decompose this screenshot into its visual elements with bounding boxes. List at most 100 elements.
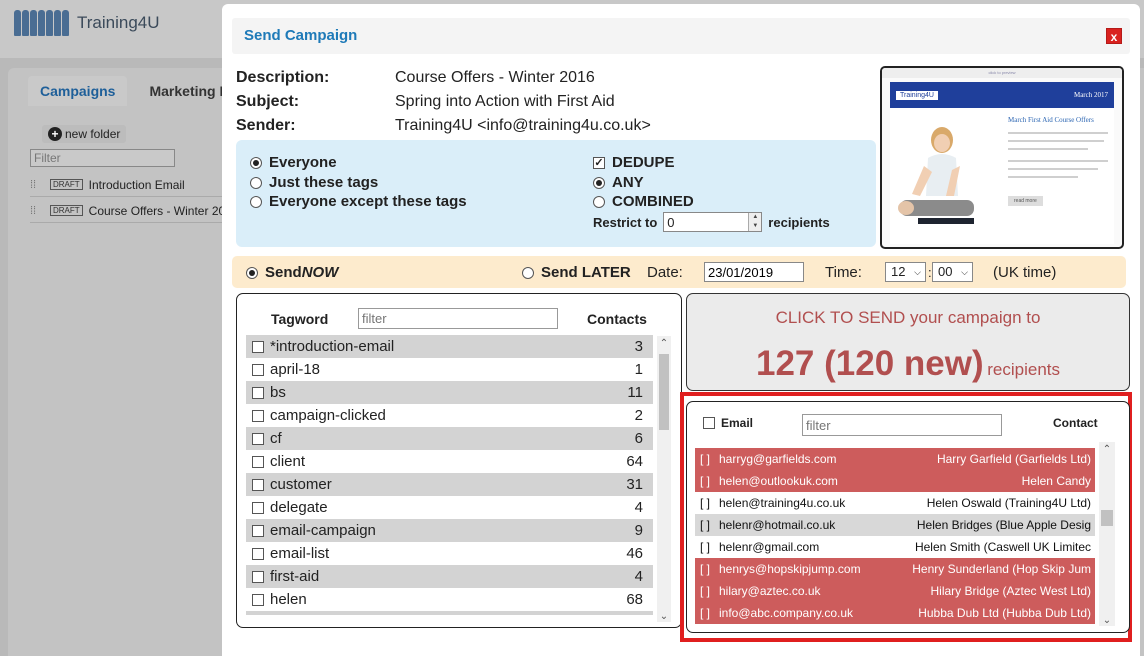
radio-icon[interactable] xyxy=(246,266,258,279)
checkbox-icon[interactable] xyxy=(252,455,264,468)
send-campaign-modal: Send Campaign x Description: Course Offe… xyxy=(222,4,1140,656)
hour-select[interactable]: 12 ⌵ xyxy=(885,262,926,282)
audience-option-except-tags[interactable]: Everyone except these tags xyxy=(250,193,467,210)
tag-filter-input[interactable] xyxy=(358,308,558,329)
tag-row[interactable]: customer 31 xyxy=(246,473,653,496)
send-campaign-button[interactable]: CLICK TO SEND your campaign to 127 (120 … xyxy=(686,293,1130,391)
tag-name: client xyxy=(270,453,306,470)
email-row[interactable]: [ ] helen@outlookuk.com Helen Candy xyxy=(695,470,1095,492)
email-checkbox[interactable]: [ ] xyxy=(700,584,710,598)
email-checkbox[interactable]: [ ] xyxy=(700,562,710,576)
tag-row[interactable]: first-aid 4 xyxy=(246,565,653,588)
tag-row[interactable]: cf 6 xyxy=(246,427,653,450)
email-preview-thumbnail[interactable]: click to preview Training4U March 2017 M… xyxy=(880,66,1124,249)
scroll-down-icon[interactable]: ⌄ xyxy=(1100,615,1114,626)
email-scrollbar[interactable]: ⌃ ⌄ xyxy=(1099,442,1115,626)
email-row[interactable]: [ ] helenr@gmail.com Helen Smith (Caswell … xyxy=(695,536,1095,558)
date-label: Date: xyxy=(647,264,683,281)
tag-row[interactable]: client 64 xyxy=(246,450,653,473)
email-checkbox[interactable]: [ ] xyxy=(700,540,710,554)
checkbox-icon[interactable] xyxy=(252,524,264,537)
preview-read-more-button: read more xyxy=(1008,196,1043,206)
drag-handle-icon[interactable]: ⁞⁞ xyxy=(30,179,44,191)
tag-count: 4 xyxy=(634,499,643,516)
tab-campaigns[interactable]: Campaigns xyxy=(28,76,128,106)
checkbox-icon[interactable] xyxy=(252,340,264,353)
close-icon[interactable]: x xyxy=(1106,28,1122,44)
email-row[interactable]: [ ] harryg@garfields.com Harry Garfield (G… xyxy=(695,448,1095,470)
send-now-option[interactable]: SendNOW xyxy=(246,264,338,281)
tag-row[interactable]: email-campaign 9 xyxy=(246,519,653,542)
dedupe-checkbox[interactable]: ✓ DEDUPE xyxy=(593,154,675,171)
email-row[interactable]: [ ] helenr@hotmail.co.uk Helen Bridges (Bl… xyxy=(695,514,1095,536)
audience-option-label: Everyone xyxy=(269,154,337,171)
audience-option-everyone[interactable]: Everyone xyxy=(250,154,337,171)
campaign-row[interactable]: ⁞⁞ DRAFT Introduction Email xyxy=(30,173,230,197)
tag-row[interactable]: *introduction-email 3 xyxy=(246,335,653,358)
mode-option-any[interactable]: ANY xyxy=(593,174,644,191)
new-folder-button[interactable]: + new folder xyxy=(42,125,127,143)
campaign-row[interactable]: ⁞⁞ DRAFT Course Offers - Winter 20 xyxy=(30,199,230,223)
checkbox-icon[interactable] xyxy=(252,593,264,606)
scroll-thumb[interactable] xyxy=(659,354,669,430)
email-row[interactable]: [ ] info@abc.company.co.uk Hubba Dub Ltd (… xyxy=(695,602,1095,624)
email-panel: Email Contact [ ] harryg@garfields.com Har… xyxy=(686,401,1130,633)
email-checkbox[interactable]: [ ] xyxy=(700,518,710,532)
restrict-number-input[interactable]: 0 ▲ ▼ xyxy=(663,212,763,232)
email-select-all[interactable]: Email xyxy=(703,416,753,430)
drag-handle-icon[interactable]: ⁞⁞ xyxy=(30,205,44,217)
email-row[interactable]: [ ] henrys@hopskipjump.com Henry Sunderlan… xyxy=(695,558,1095,580)
checkbox-icon[interactable] xyxy=(252,570,264,583)
scroll-thumb[interactable] xyxy=(1101,510,1113,526)
checkbox-icon[interactable] xyxy=(703,417,715,429)
tag-row[interactable]: delegate 4 xyxy=(246,496,653,519)
campaign-filter-input[interactable]: Filter xyxy=(30,149,175,167)
radio-icon[interactable] xyxy=(250,156,262,169)
preview-text-line xyxy=(1008,176,1078,178)
date-input[interactable] xyxy=(704,262,804,282)
checkbox-icon[interactable] xyxy=(252,501,264,514)
tag-scrollbar[interactable]: ⌃ ⌄ xyxy=(657,336,671,622)
email-address: harryg@garfields.com xyxy=(719,452,837,466)
spinner-icon[interactable]: ▲ ▼ xyxy=(748,213,762,231)
minute-select[interactable]: 00 ⌵ xyxy=(932,262,973,282)
preview-header: Training4U March 2017 xyxy=(890,82,1114,108)
checkbox-icon[interactable] xyxy=(252,409,264,422)
tag-row[interactable]: april-18 1 xyxy=(246,358,653,381)
tag-row[interactable]: bs 11 xyxy=(246,381,653,404)
tag-row[interactable]: hot-lead 44 xyxy=(246,611,653,615)
mode-option-combined[interactable]: COMBINED xyxy=(593,193,694,210)
preview-logo: Training4U xyxy=(896,90,938,100)
scroll-down-icon[interactable]: ⌄ xyxy=(657,611,671,622)
checkbox-icon[interactable] xyxy=(252,363,264,376)
recipients-suffix: recipients xyxy=(987,360,1060,379)
tag-name: email-list xyxy=(270,545,330,562)
email-filter-input[interactable] xyxy=(802,414,1002,436)
tag-row[interactable]: campaign-clicked 2 xyxy=(246,404,653,427)
email-checkbox[interactable]: [ ] xyxy=(700,474,710,488)
checkbox-icon[interactable] xyxy=(252,432,264,445)
radio-icon[interactable] xyxy=(593,176,605,189)
checkbox-checked-icon[interactable]: ✓ xyxy=(593,156,605,169)
email-checkbox[interactable]: [ ] xyxy=(700,496,710,510)
checkbox-icon[interactable] xyxy=(252,386,264,399)
tag-row[interactable]: email-list 46 xyxy=(246,542,653,565)
radio-icon[interactable] xyxy=(593,195,605,208)
email-checkbox[interactable]: [ ] xyxy=(700,606,710,620)
radio-icon[interactable] xyxy=(250,176,262,189)
email-row[interactable]: [ ] helen@training4u.co.uk Helen Oswald (T… xyxy=(695,492,1095,514)
scroll-up-icon[interactable]: ⌃ xyxy=(657,338,671,349)
audience-option-just-tags[interactable]: Just these tags xyxy=(250,174,378,191)
radio-icon[interactable] xyxy=(250,195,262,208)
email-checkbox[interactable]: [ ] xyxy=(700,452,710,466)
radio-icon[interactable] xyxy=(522,266,534,279)
send-later-option[interactable]: Send LATER xyxy=(522,264,631,281)
scroll-up-icon[interactable]: ⌃ xyxy=(1100,444,1114,455)
checkbox-icon[interactable] xyxy=(252,478,264,491)
tag-row[interactable]: helen 68 xyxy=(246,588,653,611)
email-row[interactable]: [ ] hilary@aztec.co.uk Hilary Bridge (Azte… xyxy=(695,580,1095,602)
checkbox-icon[interactable] xyxy=(252,547,264,560)
email-address: helen@training4u.co.uk xyxy=(719,496,846,510)
email-address: hilary@aztec.co.uk xyxy=(719,584,821,598)
tag-panel: Tagword Contacts *introduction-email 3 apr… xyxy=(236,293,682,628)
